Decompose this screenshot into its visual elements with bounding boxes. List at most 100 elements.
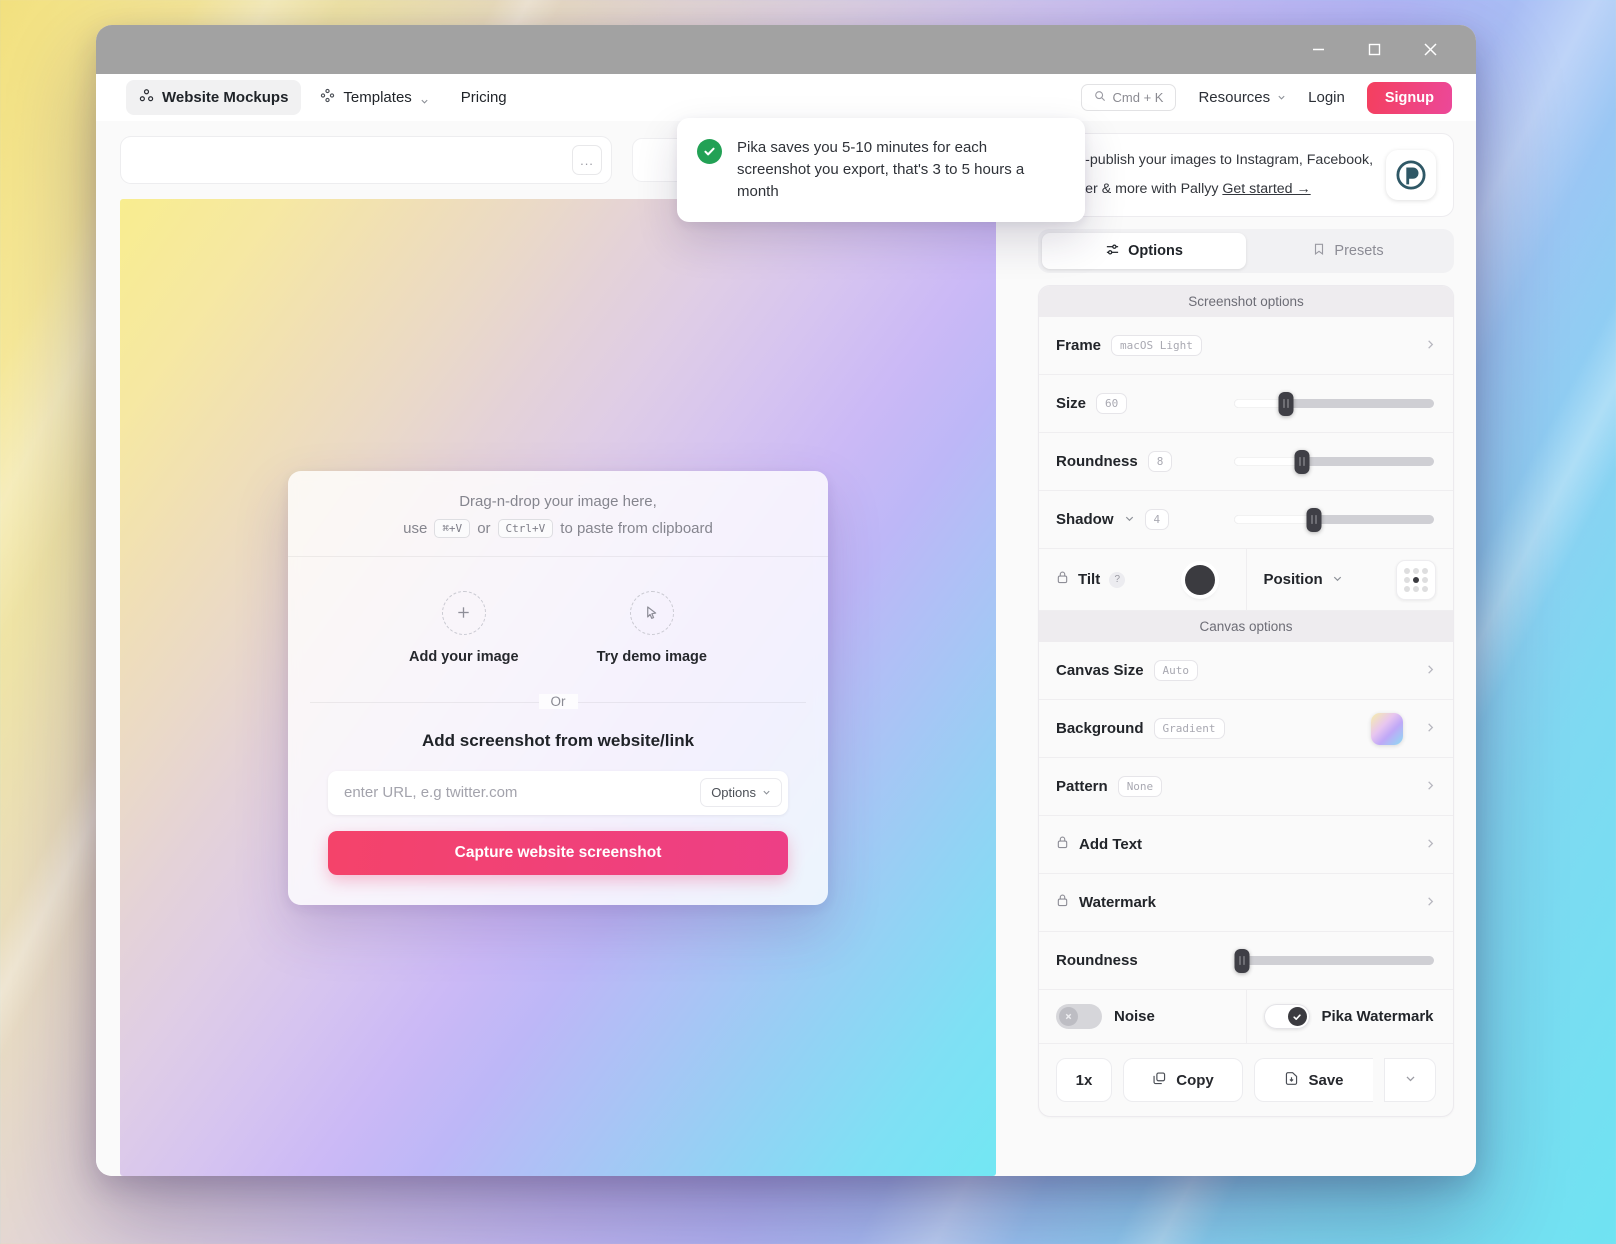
row-label: Roundness	[1056, 952, 1138, 969]
row-canvas-roundness[interactable]: Roundness	[1039, 932, 1453, 990]
cursor-icon	[629, 590, 674, 635]
tilt-position-row: Tilt ? Position	[1039, 549, 1453, 611]
nav-item-login[interactable]: Login	[1308, 89, 1345, 106]
toggles-row: Noise Pika Watermark	[1039, 990, 1453, 1044]
kbd-win-paste: Ctrl+V	[497, 518, 554, 538]
nav-item-pricing[interactable]: Pricing	[448, 81, 520, 114]
chevron-down-icon[interactable]	[1124, 511, 1135, 529]
save-label: Save	[1308, 1071, 1344, 1089]
row-roundness[interactable]: Roundness 8	[1039, 433, 1453, 491]
toast-notification[interactable]: Pika saves you 5-10 minutes for each scr…	[677, 118, 1085, 222]
help-icon[interactable]: ?	[1109, 571, 1126, 588]
signup-button[interactable]: Signup	[1366, 81, 1452, 114]
paste-tail: to paste from clipboard	[560, 519, 713, 537]
row-add-text[interactable]: Add Text	[1039, 816, 1453, 874]
url-options-label: Options	[711, 785, 756, 800]
toolbar-more-button[interactable]: ...	[572, 145, 602, 175]
pallyy-promo-card[interactable]: Auto-publish your images to Instagram, F…	[1038, 133, 1454, 217]
dropzone-actions: Add your image Try demo image	[288, 557, 828, 691]
roundness-slider[interactable]	[1234, 449, 1434, 474]
maximize-icon[interactable]	[1346, 30, 1402, 70]
chevron-right-icon	[1425, 337, 1436, 355]
zoom-level-button[interactable]: 1x	[1056, 1058, 1112, 1102]
save-options-button[interactable]	[1384, 1058, 1436, 1102]
row-value-tag: macOS Light	[1111, 335, 1202, 356]
chevron-right-icon	[1425, 894, 1436, 912]
promo-text: Auto-publish your images to Instagram, F…	[1056, 152, 1374, 197]
noise-toggle-group[interactable]: Noise	[1039, 990, 1246, 1043]
tab-presets[interactable]: Presets	[1246, 233, 1450, 269]
row-label: Roundness	[1056, 453, 1138, 470]
position-grid[interactable]	[1396, 559, 1436, 600]
url-options-button[interactable]: Options	[700, 778, 782, 807]
copy-label: Copy	[1176, 1071, 1214, 1089]
size-slider[interactable]	[1234, 391, 1434, 416]
shadow-slider[interactable]	[1234, 507, 1434, 532]
tilt-knob[interactable]	[1184, 564, 1215, 595]
dropzone-hint-line2: use ⌘+V or Ctrl+V to paste from clipboar…	[306, 518, 810, 538]
url-section-heading: Add screenshot from website/link	[421, 730, 695, 750]
pika-watermark-toggle[interactable]	[1263, 1004, 1310, 1029]
row-watermark[interactable]: Watermark	[1039, 874, 1453, 932]
row-background[interactable]: Background Gradient	[1039, 700, 1453, 758]
canvas-wrapper: Drag-n-drop your image here, use ⌘+V or …	[96, 199, 1020, 1176]
pika-watermark-label: Pika Watermark	[1321, 1008, 1434, 1025]
add-your-image-button[interactable]: Add your image	[409, 590, 519, 665]
nav-item-templates[interactable]: Templates	[307, 80, 441, 115]
row-canvas-size[interactable]: Canvas Size Auto	[1039, 642, 1453, 700]
pika-watermark-toggle-group[interactable]: Pika Watermark	[1245, 990, 1454, 1043]
noise-toggle[interactable]	[1056, 1004, 1102, 1029]
or-word: or	[477, 519, 491, 537]
row-shadow[interactable]: Shadow 4	[1039, 491, 1453, 549]
options-panel: Screenshot options Frame macOS Light Siz…	[1038, 285, 1454, 1117]
chevron-right-icon	[1425, 778, 1436, 796]
row-value-tag: Auto	[1153, 660, 1199, 681]
nav-item-website-mockups[interactable]: Website Mockups	[126, 80, 302, 115]
row-label: Frame	[1056, 337, 1102, 354]
row-frame[interactable]: Frame macOS Light	[1039, 317, 1453, 375]
row-pattern[interactable]: Pattern None	[1039, 758, 1453, 816]
x-icon	[1059, 1007, 1078, 1026]
or-divider-label: Or	[538, 693, 578, 709]
toolbar-shell: ...	[120, 136, 612, 184]
url-capture-section: Add screenshot from website/link Options	[288, 715, 828, 905]
row-label: Size	[1056, 395, 1087, 412]
tab-options[interactable]: Options	[1042, 233, 1246, 269]
row-value-tag: 4	[1144, 509, 1170, 530]
nav-label: Templates	[343, 89, 412, 106]
nav-item-resources[interactable]: Resources	[1198, 89, 1286, 106]
search-icon	[1094, 90, 1106, 105]
lock-icon	[1056, 570, 1069, 590]
row-label: Background	[1056, 720, 1144, 737]
preview-canvas[interactable]: Drag-n-drop your image here, use ⌘+V or …	[120, 199, 996, 1176]
canvas-roundness-slider[interactable]	[1234, 948, 1434, 973]
row-value-tag: None	[1117, 776, 1163, 797]
row-size[interactable]: Size 60	[1039, 375, 1453, 433]
editor-column: ... Drag-n-drop your image here, use ⌘+V…	[96, 121, 1020, 1176]
promo-get-started-link[interactable]: Get started →	[1222, 179, 1310, 200]
row-value-tag: 60	[1096, 393, 1128, 414]
background-gradient-swatch[interactable]	[1371, 712, 1403, 745]
add-image-label: Add your image	[409, 648, 519, 665]
close-icon[interactable]	[1402, 30, 1458, 70]
try-demo-image-button[interactable]: Try demo image	[596, 590, 707, 665]
check-icon	[1287, 1007, 1307, 1026]
chevron-down-icon[interactable]	[1332, 571, 1343, 589]
kbd-mac-paste: ⌘+V	[434, 518, 471, 538]
nav-label: Login	[1308, 89, 1345, 106]
minimize-icon[interactable]	[1290, 30, 1346, 70]
row-label: Shadow	[1056, 511, 1114, 528]
promo-body: Auto-publish your images to Instagram, F…	[1056, 150, 1374, 199]
pallyy-logo	[1386, 150, 1436, 200]
nav-label: Website Mockups	[162, 89, 289, 106]
search-shortcut-button[interactable]: Cmd + K	[1080, 84, 1177, 111]
tilt-control[interactable]: Tilt ?	[1039, 549, 1246, 610]
app-window: Website Mockups Templates Pricing Cmd + …	[96, 25, 1476, 1176]
position-control[interactable]: Position	[1245, 549, 1454, 610]
sidebar-tabs: Options Presets	[1038, 229, 1454, 273]
url-input[interactable]	[344, 784, 701, 801]
save-button[interactable]: Save	[1254, 1058, 1373, 1102]
copy-button[interactable]: Copy	[1123, 1058, 1243, 1102]
capture-website-screenshot-button[interactable]: Capture website screenshot	[328, 830, 788, 875]
demo-image-label: Try demo image	[596, 648, 707, 665]
